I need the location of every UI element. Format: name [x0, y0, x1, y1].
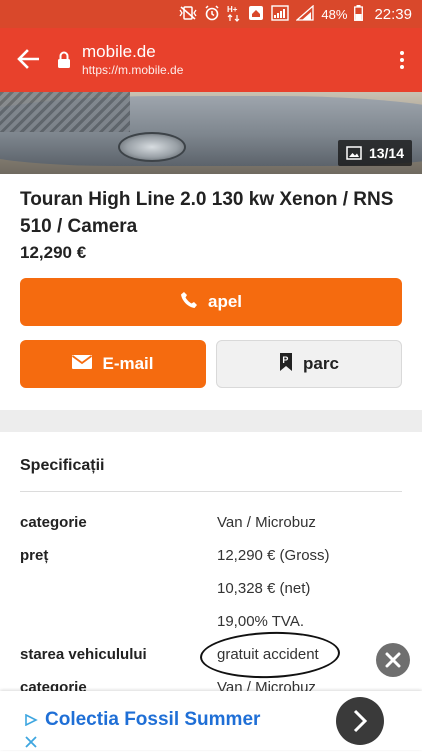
spec-label: preț	[20, 547, 49, 564]
photo-counter: 13/14	[337, 140, 412, 166]
close-ad-button[interactable]	[376, 643, 410, 677]
spec-label: categorie	[20, 514, 87, 531]
call-button[interactable]: apel	[20, 278, 402, 326]
page-url: https://m.mobile.de	[82, 63, 184, 77]
data-hplus-icon: H+	[227, 4, 241, 24]
svg-text:H+: H+	[227, 5, 238, 14]
lock-icon	[56, 51, 72, 69]
home-wifi-icon	[248, 5, 264, 23]
spec-value: 19,00% TVA.	[217, 613, 304, 630]
signal-icon	[271, 5, 290, 23]
chevron-right-icon	[353, 709, 368, 733]
specs-divider	[20, 491, 402, 492]
spec-value: 10,328 € (net)	[217, 580, 311, 597]
spec-label: starea vehiculului	[20, 646, 147, 663]
photo-foglight	[118, 132, 186, 162]
photo-grille	[0, 92, 130, 132]
park-button[interactable]: P parc	[216, 340, 402, 388]
back-arrow-icon[interactable]	[0, 47, 56, 73]
photo-counter-text: 13/14	[368, 145, 404, 161]
vehicle-photo[interactable]: 13/14	[0, 92, 422, 174]
gallery-icon	[346, 146, 362, 160]
status-bar: H+ 48% 22:39	[0, 0, 422, 28]
battery-percentage: 48%	[321, 6, 348, 22]
browser-toolbar: mobile.de https://m.mobile.de	[0, 28, 422, 92]
adchoices-icon[interactable]	[24, 713, 40, 731]
section-divider	[0, 410, 422, 432]
ad-close-x-icon[interactable]	[24, 735, 40, 753]
parking-icon: P	[279, 352, 293, 377]
spec-value: Van / Microbuz	[217, 514, 316, 531]
overflow-menu-icon[interactable]	[382, 51, 422, 69]
svg-text:P: P	[282, 355, 288, 365]
address-bar[interactable]: mobile.de https://m.mobile.de	[82, 42, 382, 78]
listing-title: Touran High Line 2.0 130 kw Xenon / RNS …	[20, 189, 394, 237]
hand-drawn-circle	[199, 629, 341, 681]
ad-badges	[24, 713, 40, 753]
phone-icon	[180, 291, 198, 314]
call-button-label: apel	[207, 292, 243, 311]
ad-open-button[interactable]	[336, 697, 384, 745]
battery-icon	[354, 5, 364, 23]
close-icon	[385, 652, 401, 668]
page-domain: mobile.de	[82, 42, 156, 61]
ad-title[interactable]: Colectia Fossil Summer	[45, 709, 260, 731]
alarm-icon	[204, 5, 220, 23]
spec-value: 12,290 € (Gross)	[217, 547, 330, 564]
email-button-label: E-mail	[102, 354, 154, 373]
clock: 22:39	[374, 5, 412, 23]
park-button-label: parc	[303, 354, 339, 373]
specs-heading: Specificații	[20, 457, 105, 474]
envelope-icon	[72, 354, 93, 374]
mute-vibrate-icon	[179, 6, 197, 22]
email-button[interactable]: E-mail	[20, 340, 206, 388]
signal-icon	[295, 4, 315, 23]
listing-price: 12,290 €	[20, 243, 87, 262]
